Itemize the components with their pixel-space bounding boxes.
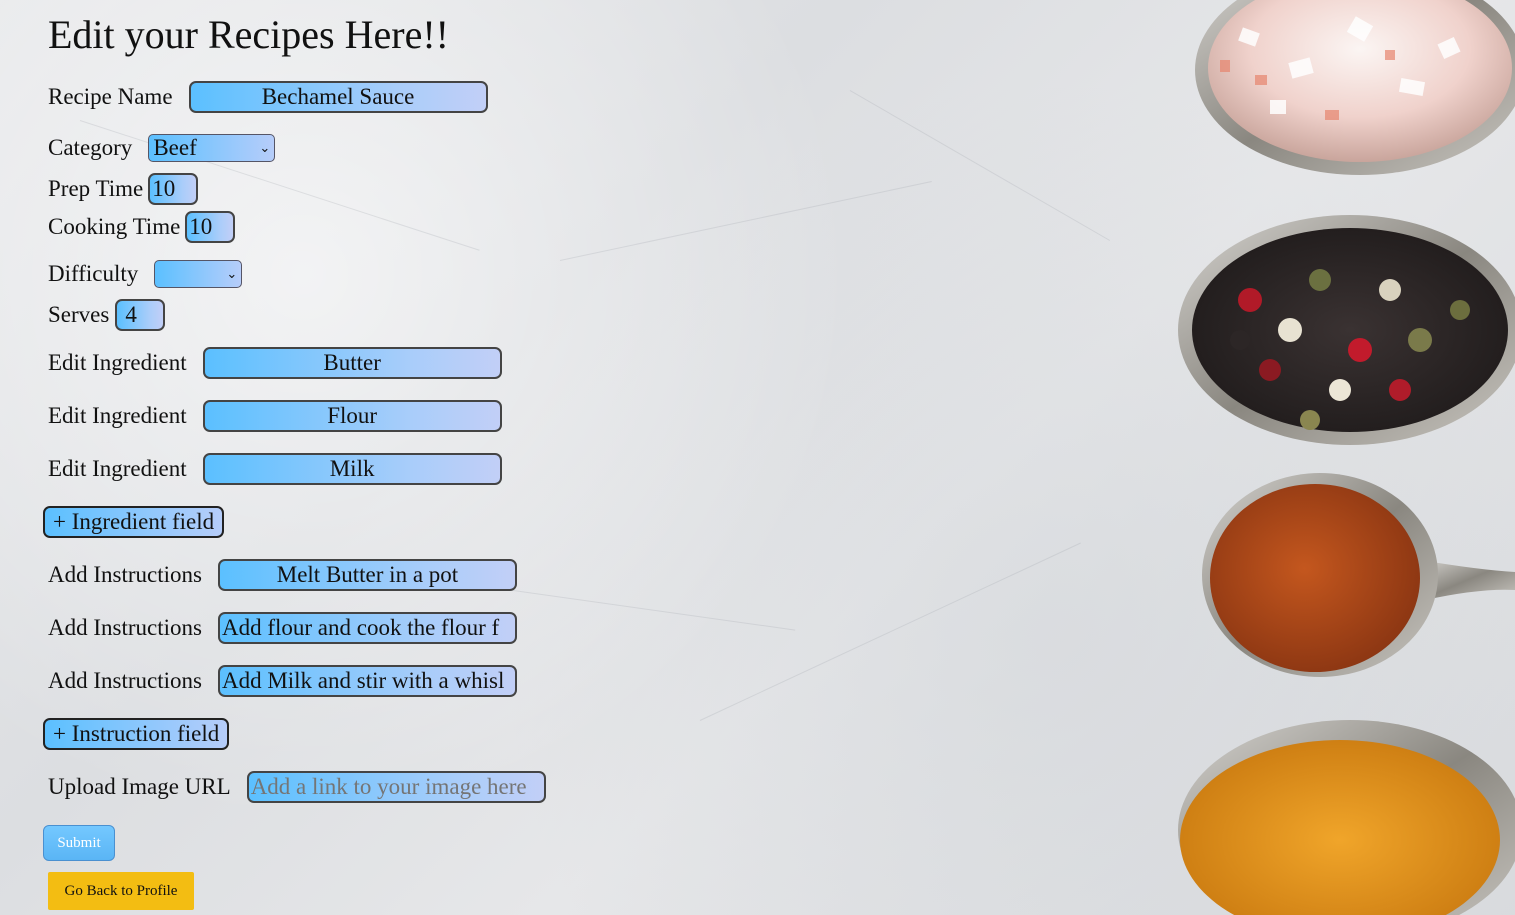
difficulty-row: Difficulty ⌄	[48, 257, 243, 291]
difficulty-label: Difficulty	[48, 261, 139, 286]
instruction-row: Add Instructions	[48, 611, 517, 645]
serves-label: Serves	[48, 302, 110, 327]
instruction-row: Add Instructions	[48, 558, 517, 592]
cooking-time-label: Cooking Time	[48, 214, 181, 239]
image-url-row: Upload Image URL	[48, 770, 546, 804]
ingredient-label: Edit Ingredient	[48, 456, 187, 481]
add-instruction-field-button[interactable]: + Instruction field	[43, 718, 230, 750]
ingredient-input[interactable]	[202, 453, 502, 485]
serves-row: Serves	[48, 298, 166, 332]
ingredient-label: Edit Ingredient	[48, 350, 187, 375]
instruction-label: Add Instructions	[48, 615, 202, 640]
prep-time-label: Prep Time	[48, 176, 144, 201]
ingredient-input[interactable]	[202, 347, 502, 379]
cooking-time-row: Cooking Time	[48, 210, 236, 244]
instruction-label: Add Instructions	[48, 668, 202, 693]
ingredient-row: Edit Ingredient	[48, 399, 502, 433]
recipe-name-label: Recipe Name	[48, 84, 173, 109]
difficulty-select[interactable]: ⌄	[154, 260, 243, 288]
recipe-name-row: Recipe Name	[48, 80, 488, 114]
ingredient-label: Edit Ingredient	[48, 403, 187, 428]
serves-input[interactable]	[115, 299, 166, 331]
category-row: Category Beef ⌄	[48, 131, 276, 165]
category-value: Beef	[153, 135, 197, 160]
ingredient-row: Edit Ingredient	[48, 346, 502, 380]
chevron-down-icon: ⌄	[259, 140, 271, 156]
submit-button[interactable]: Submit	[43, 825, 115, 861]
ingredient-row: Edit Ingredient	[48, 452, 502, 486]
image-url-label: Upload Image URL	[48, 774, 231, 799]
category-label: Category	[48, 135, 133, 160]
ingredient-input[interactable]	[202, 400, 502, 432]
instruction-input[interactable]	[217, 559, 517, 591]
cooking-time-input[interactable]	[185, 211, 236, 243]
prep-time-row: Prep Time	[48, 172, 199, 206]
instruction-input[interactable]	[217, 665, 517, 697]
category-select[interactable]: Beef ⌄	[148, 134, 276, 162]
back-to-profile-button[interactable]: Go Back to Profile	[48, 872, 194, 910]
chevron-down-icon: ⌄	[226, 266, 238, 282]
add-ingredient-field-button[interactable]: + Ingredient field	[43, 506, 225, 538]
prep-time-input[interactable]	[148, 173, 199, 205]
recipe-name-input[interactable]	[188, 81, 488, 113]
instruction-row: Add Instructions	[48, 664, 517, 698]
instruction-input[interactable]	[217, 612, 517, 644]
page-title: Edit your Recipes Here!!	[48, 12, 449, 57]
instruction-label: Add Instructions	[48, 562, 202, 587]
spice-spoons-image	[1178, 0, 1515, 915]
image-url-input[interactable]	[246, 771, 546, 803]
